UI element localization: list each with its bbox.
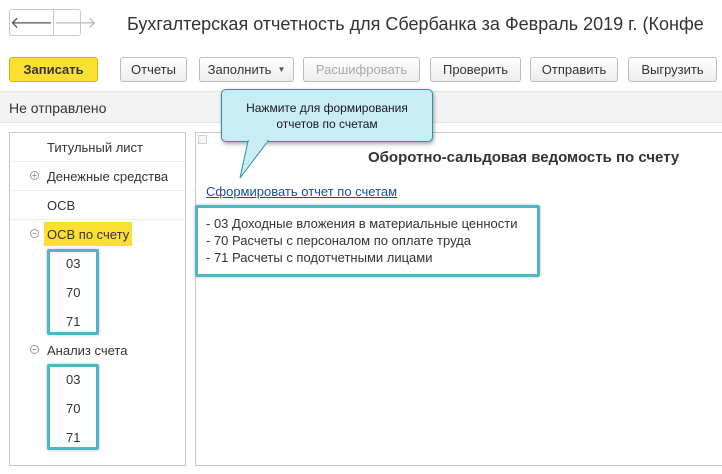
account-line: - 03 Доходные вложения в материальные це… [206,216,518,231]
reports-button[interactable]: Отчеты [120,57,187,82]
check-button[interactable]: Проверить [430,57,521,82]
save-button[interactable]: Записать [9,57,98,82]
account-line: - 70 Расчеты с персоналом по оплате труд… [206,233,471,248]
tree-item-account-analysis[interactable]: Анализ счета [47,338,127,362]
report-content-panel: Оборотно-сальдовая ведомость по счету Сф… [195,132,722,466]
arrow-left-icon: 🡐 [10,15,53,32]
tree-divider [10,161,185,162]
status-text: Не отправлено [9,100,107,116]
tree-divider [10,219,185,220]
back-button[interactable]: 🡐 [10,10,54,35]
callout-tooltip: Нажмите для формирования отчетов по счет… [221,89,433,142]
tooltip-line: отчетов по счетам [276,116,378,131]
chevron-down-icon: ▼ [277,65,286,74]
tree-item-title-page[interactable]: Титульный лист [47,135,143,159]
expand-icon[interactable]: + [30,171,39,180]
tree-divider [10,190,185,191]
tree-item-osv-by-account[interactable]: ОСВ по счету [44,222,133,246]
collapse-icon[interactable]: − [30,345,39,354]
tree-item-osv[interactable]: ОСВ [47,193,75,217]
highlight-frame [47,364,99,450]
export-button[interactable]: Выгрузить [628,57,717,82]
panel-corner-marker [198,135,207,144]
tree-item-cash[interactable]: Денежные средства [47,164,168,188]
fill-button-label: Заполнить [207,62,272,77]
tooltip-line: Нажмите для формирования [246,100,408,115]
send-button[interactable]: Отправить [530,57,618,82]
callout-pointer [239,140,270,179]
fill-button[interactable]: Заполнить ▼ [199,57,294,82]
navigation-buttons: 🡐 🡒 [9,9,97,36]
report-title: Оборотно-сальдовая ведомость по счету [368,149,680,166]
highlight-frame [47,249,99,335]
generate-report-link[interactable]: Сформировать отчет по счетам [206,184,397,199]
arrow-right-icon: 🡒 [53,15,97,32]
decode-button[interactable]: Расшифровать [303,57,420,82]
window-title: Бухгалтерская отчетность для Сбербанка з… [127,14,704,34]
collapse-icon[interactable]: − [30,229,39,238]
account-line: - 71 Расчеты с подотчетными лицами [206,250,433,265]
forward-button[interactable]: 🡒 [54,10,97,35]
accounts-list: - 03 Доходные вложения в материальные це… [195,205,540,277]
